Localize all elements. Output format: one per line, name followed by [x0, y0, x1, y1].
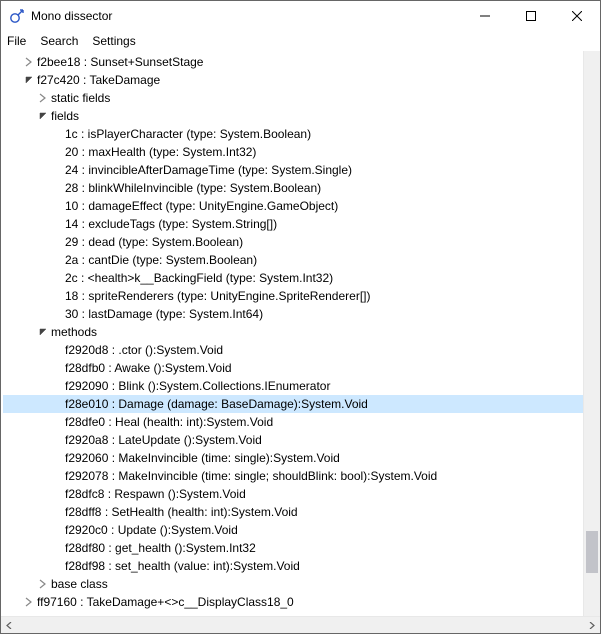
tree-row[interactable]: f2bee18 : Sunset+SunsetStage	[3, 53, 583, 71]
tree-row[interactable]: fields	[3, 107, 583, 125]
chevron-right-icon	[24, 597, 34, 607]
titlebar: Mono dissector	[1, 1, 600, 31]
tree-node-label: f28dff8 : SetHealth (health: int):System…	[65, 503, 298, 521]
scroll-left-button[interactable]	[1, 617, 18, 634]
menubar: File Search Settings	[1, 31, 600, 51]
tree-node-label: 14 : excludeTags (type: System.String[])	[65, 215, 277, 233]
tree-row[interactable]: f292078 : MakeInvincible (time: single; …	[3, 467, 583, 485]
tree-node-label: f28df98 : set_health (value: int):System…	[65, 557, 300, 575]
tree-row[interactable]: f28df80 : get_health ():System.Int32	[3, 539, 583, 557]
tree-node-label: 1c : isPlayerCharacter (type: System.Boo…	[65, 125, 311, 143]
tree-node-label: f2920d8 : .ctor ():System.Void	[65, 341, 223, 359]
tree-row[interactable]: f2920a8 : LateUpdate ():System.Void	[3, 431, 583, 449]
expand-toggle[interactable]	[37, 92, 49, 104]
horizontal-scrollbar[interactable]	[1, 616, 600, 633]
tree-row[interactable]: f28dfc8 : Respawn ():System.Void	[3, 485, 583, 503]
tree-row[interactable]: 10 : damageEffect (type: UnityEngine.Gam…	[3, 197, 583, 215]
minimize-button[interactable]	[462, 1, 508, 31]
tree-node-label: 24 : invincibleAfterDamageTime (type: Sy…	[65, 161, 352, 179]
tree-node-label: 29 : dead (type: System.Boolean)	[65, 233, 243, 251]
app-icon	[9, 8, 25, 24]
tree-node-label: fields	[51, 107, 79, 125]
tree-row[interactable]: f2920c0 : Update ():System.Void	[3, 521, 583, 539]
tree-node-label: f27c420 : TakeDamage	[37, 71, 160, 89]
chevron-right-icon	[38, 93, 48, 103]
expand-toggle[interactable]	[23, 56, 35, 68]
chevron-right-icon	[38, 579, 48, 589]
expand-toggle[interactable]	[23, 74, 35, 86]
tree-node-label: f2920c0 : Update ():System.Void	[65, 521, 238, 539]
tree-node-label: f2bee18 : Sunset+SunsetStage	[37, 53, 203, 71]
tree-node-label: 10 : damageEffect (type: UnityEngine.Gam…	[65, 197, 338, 215]
tree-node-label: f28e010 : Damage (damage: BaseDamage):Sy…	[65, 395, 368, 413]
tree-node-label: 2a : cantDie (type: System.Boolean)	[65, 251, 257, 269]
expand-toggle[interactable]	[37, 578, 49, 590]
tree-node-label: 2c : <health>k__BackingField (type: Syst…	[65, 269, 333, 287]
tree-row[interactable]: f27c420 : TakeDamage	[3, 71, 583, 89]
tree-row[interactable]: 24 : invincibleAfterDamageTime (type: Sy…	[3, 161, 583, 179]
tree-row[interactable]: base class	[3, 575, 583, 593]
tree-node-label: 30 : lastDamage (type: System.Int64)	[65, 305, 263, 323]
tree-row[interactable]: 28 : blinkWhileInvincible (type: System.…	[3, 179, 583, 197]
window-title: Mono dissector	[31, 9, 462, 23]
tree-node-label: f292078 : MakeInvincible (time: single; …	[65, 467, 437, 485]
tree-node-label: 18 : spriteRenderers (type: UnityEngine.…	[65, 287, 370, 305]
tree-row[interactable]: static fields	[3, 89, 583, 107]
tree-row[interactable]: f28dfe0 : Heal (health: int):System.Void	[3, 413, 583, 431]
tree-node-label: f292060 : MakeInvincible (time: single):…	[65, 449, 340, 467]
chevron-down-icon	[24, 75, 34, 85]
tree-row[interactable]: ff97160 : TakeDamage+<>c__DisplayClass18…	[3, 593, 583, 611]
expand-toggle[interactable]	[37, 110, 49, 122]
tree-row[interactable]: 30 : lastDamage (type: System.Int64)	[3, 305, 583, 323]
tree-row[interactable]: 20 : maxHealth (type: System.Int32)	[3, 143, 583, 161]
tree-row[interactable]: 2a : cantDie (type: System.Boolean)	[3, 251, 583, 269]
menu-file[interactable]: File	[7, 34, 26, 48]
chevron-down-icon	[38, 327, 48, 337]
tree-node-label: f28dfe0 : Heal (health: int):System.Void	[65, 413, 273, 431]
tree-row[interactable]: 18 : spriteRenderers (type: UnityEngine.…	[3, 287, 583, 305]
scrollbar-thumb[interactable]	[586, 531, 598, 573]
tree-row[interactable]: f292090 : Blink ():System.Collections.IE…	[3, 377, 583, 395]
tree-row[interactable]: f28e010 : Damage (damage: BaseDamage):Sy…	[3, 395, 583, 413]
tree-row[interactable]: f28df98 : set_health (value: int):System…	[3, 557, 583, 575]
tree-node-label: methods	[51, 323, 97, 341]
tree-row[interactable]: 1c : isPlayerCharacter (type: System.Boo…	[3, 125, 583, 143]
menu-settings[interactable]: Settings	[92, 34, 135, 48]
maximize-button[interactable]	[508, 1, 554, 31]
tree-row[interactable]: 14 : excludeTags (type: System.String[])	[3, 215, 583, 233]
expand-toggle[interactable]	[23, 596, 35, 608]
close-button[interactable]	[554, 1, 600, 31]
tree-row[interactable]: f28dff8 : SetHealth (health: int):System…	[3, 503, 583, 521]
menu-search[interactable]: Search	[40, 34, 78, 48]
scroll-right-button[interactable]	[583, 617, 600, 634]
tree-node-label: f28dfb0 : Awake ():System.Void	[65, 359, 232, 377]
tree-node-label: f292090 : Blink ():System.Collections.IE…	[65, 377, 330, 395]
tree-view[interactable]: f2bee18 : Sunset+SunsetStagef27c420 : Ta…	[1, 51, 583, 616]
tree-row[interactable]: f28dfb0 : Awake ():System.Void	[3, 359, 583, 377]
tree-node-label: ff97160 : TakeDamage+<>c__DisplayClass18…	[37, 593, 294, 611]
tree-node-label: f2920a8 : LateUpdate ():System.Void	[65, 431, 262, 449]
tree-row[interactable]: f292060 : MakeInvincible (time: single):…	[3, 449, 583, 467]
tree-node-label: 20 : maxHealth (type: System.Int32)	[65, 143, 256, 161]
tree-row[interactable]: f2920d8 : .ctor ():System.Void	[3, 341, 583, 359]
chevron-down-icon	[38, 111, 48, 121]
tree-node-label: 28 : blinkWhileInvincible (type: System.…	[65, 179, 321, 197]
tree-row[interactable]: methods	[3, 323, 583, 341]
tree-node-label: base class	[51, 575, 108, 593]
chevron-right-icon	[24, 57, 34, 67]
tree-node-label: f28dfc8 : Respawn ():System.Void	[65, 485, 246, 503]
tree-node-label: f28df80 : get_health ():System.Int32	[65, 539, 256, 557]
tree-node-label: static fields	[51, 89, 110, 107]
expand-toggle[interactable]	[37, 326, 49, 338]
vertical-scrollbar[interactable]	[583, 51, 600, 616]
tree-row[interactable]: 2c : <health>k__BackingField (type: Syst…	[3, 269, 583, 287]
tree-row[interactable]: 29 : dead (type: System.Boolean)	[3, 233, 583, 251]
